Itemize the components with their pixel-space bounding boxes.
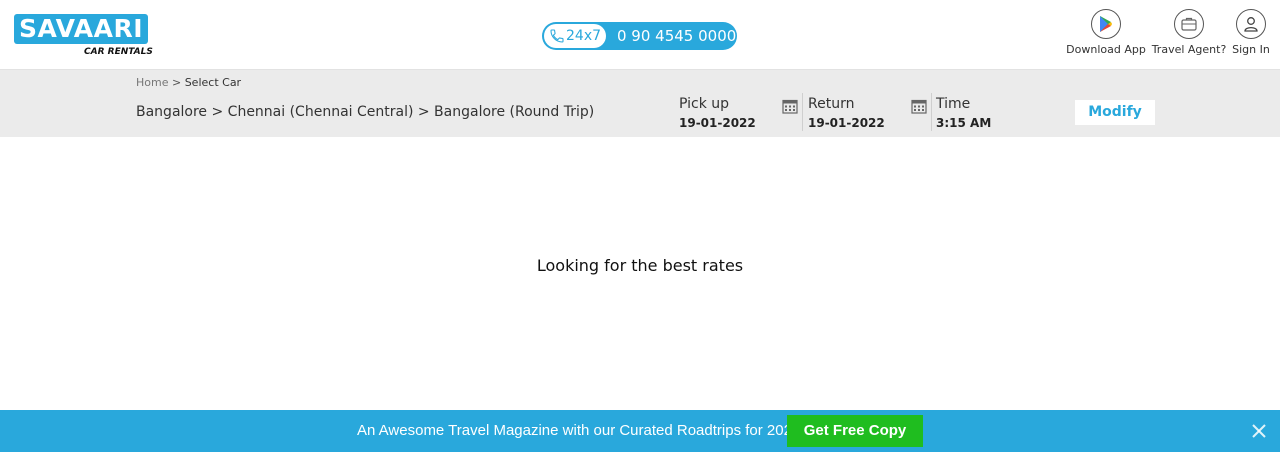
return-label: Return — [808, 96, 855, 112]
breadcrumb-current: Select Car — [184, 76, 242, 89]
return-calendar-icon[interactable] — [911, 98, 927, 114]
get-free-copy-button[interactable]: Get Free Copy — [787, 415, 923, 447]
time-label: Time — [936, 96, 971, 112]
play-store-icon — [1091, 9, 1121, 39]
loading-message: Looking for the best rates — [536, 256, 744, 275]
breadcrumb: Home > Select Car — [136, 76, 241, 89]
field-divider — [802, 93, 803, 131]
user-icon — [1236, 9, 1266, 39]
promo-message: An Awesome Travel Magazine with our Cura… — [357, 422, 801, 439]
helpline-247-pill: 24x7 — [544, 24, 606, 48]
pickup-date[interactable]: 19-01-2022 — [679, 116, 756, 130]
modify-button[interactable]: Modify — [1075, 100, 1155, 125]
phone-icon — [550, 29, 564, 43]
sign-in-link[interactable]: Sign In — [1230, 9, 1272, 56]
top-header: SAVAARI CAR RENTALS 24x7 0 90 4545 0000 … — [0, 0, 1280, 70]
download-app-link[interactable]: Download App — [1066, 9, 1146, 56]
travel-agent-label: Travel Agent? — [1151, 43, 1227, 56]
savaari-logo[interactable]: SAVAARI CAR RENTALS — [14, 14, 153, 60]
logo-text: SAVAARI — [14, 14, 148, 44]
sign-in-label: Sign In — [1232, 43, 1270, 56]
breadcrumb-home[interactable]: Home — [136, 76, 168, 89]
download-app-label: Download App — [1066, 43, 1146, 56]
logo-subtext: CAR RENTALS — [84, 47, 153, 57]
helpline-badge[interactable]: 24x7 0 90 4545 0000 — [542, 22, 737, 50]
pickup-calendar-icon[interactable] — [782, 98, 798, 114]
promo-banner: An Awesome Travel Magazine with our Cura… — [0, 410, 1280, 452]
travel-agent-link[interactable]: Travel Agent? — [1150, 9, 1228, 56]
trip-route: Bangalore > Chennai (Chennai Central) > … — [136, 104, 595, 120]
trip-summary-bar: Home > Select Car Bangalore > Chennai (C… — [0, 70, 1280, 137]
briefcase-icon — [1174, 9, 1204, 39]
time-value[interactable]: 3:15 AM — [936, 116, 991, 130]
close-icon[interactable] — [1251, 423, 1267, 439]
field-divider — [931, 93, 932, 131]
pickup-label: Pick up — [679, 96, 730, 112]
helpline-247-label: 24x7 — [566, 28, 602, 44]
return-date[interactable]: 19-01-2022 — [808, 116, 885, 130]
breadcrumb-separator: > — [171, 76, 182, 89]
helpline-number: 0 90 4545 0000 — [617, 27, 737, 45]
